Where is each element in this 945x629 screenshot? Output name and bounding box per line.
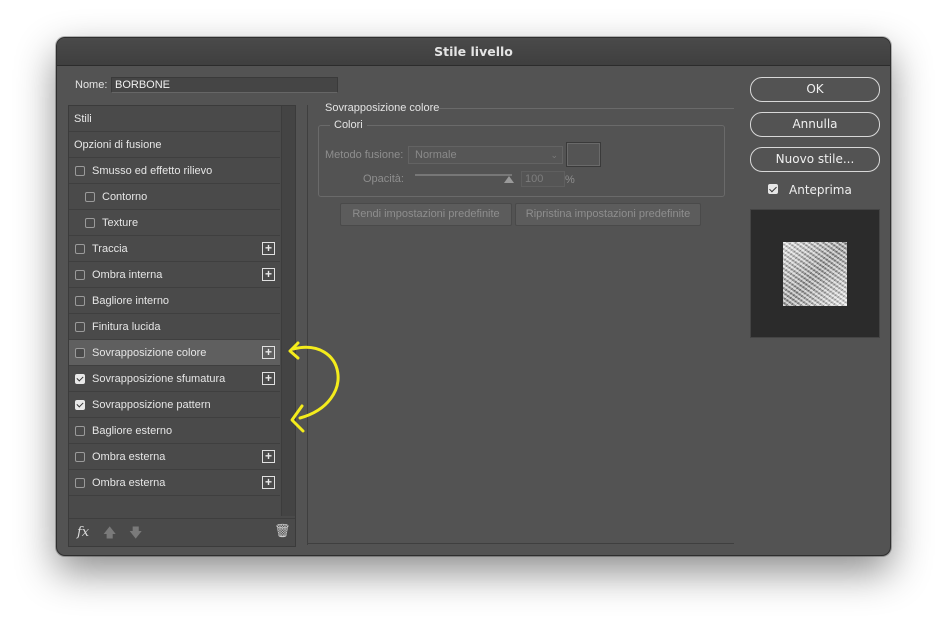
chevron-down-icon: ⌄	[550, 150, 558, 160]
drop-shadow-item-2[interactable]: Ombra esterna +	[69, 470, 280, 496]
stroke-item[interactable]: Traccia +	[69, 236, 280, 262]
styles-panel: Stili Opzioni di fusione Smusso ed effet…	[68, 105, 296, 547]
move-down-icon[interactable]: 🡇	[129, 524, 142, 546]
preview-checkbox[interactable]	[768, 184, 778, 194]
outer-glow-item[interactable]: Bagliore esterno	[69, 418, 280, 444]
inner-glow-item[interactable]: Bagliore interno	[69, 288, 280, 314]
satin-item[interactable]: Finitura lucida	[69, 314, 280, 340]
fx-icon[interactable]: fx	[77, 525, 89, 540]
inner-shadow-item[interactable]: Ombra interna +	[69, 262, 280, 288]
texture-item[interactable]: Texture	[69, 210, 280, 236]
section-rule	[437, 108, 734, 109]
style-item-label: Texture	[102, 216, 139, 229]
styles-list: Stili Opzioni di fusione Smusso ed effet…	[69, 106, 280, 496]
preview-thumbnail	[783, 242, 847, 306]
opacity-slider-thumb[interactable]	[504, 176, 514, 183]
style-item-label: Finitura lucida	[92, 320, 161, 333]
colors-group-title: Colori	[330, 119, 367, 131]
opacity-input[interactable]: 100	[521, 171, 565, 187]
cancel-button[interactable]: Annulla	[750, 112, 880, 137]
blending-options-item[interactable]: Opzioni di fusione	[69, 132, 280, 158]
preview-label: Anteprima	[789, 183, 852, 197]
opacity-slider[interactable]	[415, 174, 512, 176]
move-up-icon[interactable]: 🡅	[103, 524, 116, 546]
style-item-label: Sovrapposizione pattern	[92, 398, 211, 411]
style-item-label: Bagliore esterno	[92, 424, 173, 437]
outer-glow-checkbox[interactable]	[75, 426, 85, 436]
style-item-label: Smusso ed effetto rilievo	[92, 164, 213, 177]
add-gradient-overlay-plus-icon[interactable]: +	[262, 372, 275, 385]
texture-checkbox[interactable]	[85, 218, 95, 228]
name-label: Nome:	[75, 79, 108, 91]
styles-scrollbar[interactable]	[281, 106, 295, 516]
contour-checkbox[interactable]	[85, 192, 95, 202]
style-item-label: Ombra esterna	[92, 450, 166, 463]
gradient-overlay-item[interactable]: Sovrapposizione sfumatura +	[69, 366, 280, 392]
pattern-overlay-checkbox[interactable]	[75, 400, 85, 410]
layer-style-dialog: Stile livello Nome: BORBONE Stili Opzion…	[56, 37, 891, 556]
drop-shadow-checkbox-2[interactable]	[75, 478, 85, 488]
bevel-emboss-checkbox[interactable]	[75, 166, 85, 176]
style-preview	[750, 209, 880, 338]
stroke-checkbox[interactable]	[75, 244, 85, 254]
opacity-unit: %	[565, 174, 575, 186]
blend-mode-select[interactable]: Normale ⌄	[408, 146, 563, 164]
bevel-emboss-item[interactable]: Smusso ed effetto rilievo	[69, 158, 280, 184]
inner-shadow-checkbox[interactable]	[75, 270, 85, 280]
style-item-label: Bagliore interno	[92, 294, 170, 307]
panel-divider	[307, 105, 308, 545]
inner-glow-checkbox[interactable]	[75, 296, 85, 306]
style-item-label: Sovrapposizione colore	[92, 346, 207, 359]
styles-header-item[interactable]: Stili	[69, 106, 280, 132]
blend-mode-value: Normale	[415, 149, 457, 161]
ok-button[interactable]: OK	[750, 77, 880, 102]
pattern-overlay-item[interactable]: Sovrapposizione pattern	[69, 392, 280, 418]
drop-shadow-item[interactable]: Ombra esterna +	[69, 444, 280, 470]
style-item-label: Opzioni di fusione	[74, 138, 162, 151]
style-item-label: Ombra esterna	[92, 476, 166, 489]
satin-checkbox[interactable]	[75, 322, 85, 332]
style-item-label: Sovrapposizione sfumatura	[92, 372, 226, 385]
make-default-button[interactable]: Rendi impostazioni predefinite	[340, 203, 512, 226]
blend-mode-label: Metodo fusione:	[325, 149, 404, 161]
content-bottom-rule	[308, 543, 734, 544]
add-stroke-plus-icon[interactable]: +	[262, 242, 275, 255]
color-overlay-checkbox[interactable]	[75, 348, 85, 358]
add-drop-shadow-plus-icon[interactable]: +	[262, 450, 275, 463]
section-title: Sovrapposizione colore	[325, 102, 440, 114]
add-inner-shadow-plus-icon[interactable]: +	[262, 268, 275, 281]
gradient-overlay-checkbox[interactable]	[75, 374, 85, 384]
new-style-button[interactable]: Nuovo stile...	[750, 147, 880, 172]
drop-shadow-checkbox[interactable]	[75, 452, 85, 462]
color-overlay-item[interactable]: Sovrapposizione colore +	[69, 340, 280, 366]
trash-icon[interactable]: 🗑	[274, 523, 291, 539]
contour-item[interactable]: Contorno	[69, 184, 280, 210]
reset-default-button[interactable]: Ripristina impostazioni predefinite	[515, 203, 701, 226]
styles-footer: fx 🡅 🡇 🗑	[69, 518, 295, 547]
add-drop-shadow-plus-icon-2[interactable]: +	[262, 476, 275, 489]
style-item-label: Traccia	[92, 242, 128, 255]
opacity-label: Opacità:	[363, 173, 404, 185]
dialog-title: Stile livello	[57, 38, 890, 66]
style-item-label: Stili	[74, 112, 92, 125]
name-input[interactable]: BORBONE	[111, 77, 338, 93]
style-item-label: Ombra interna	[92, 268, 163, 281]
style-item-label: Contorno	[102, 190, 148, 203]
add-color-overlay-plus-icon[interactable]: +	[262, 346, 275, 359]
overlay-color-swatch[interactable]	[566, 142, 601, 167]
